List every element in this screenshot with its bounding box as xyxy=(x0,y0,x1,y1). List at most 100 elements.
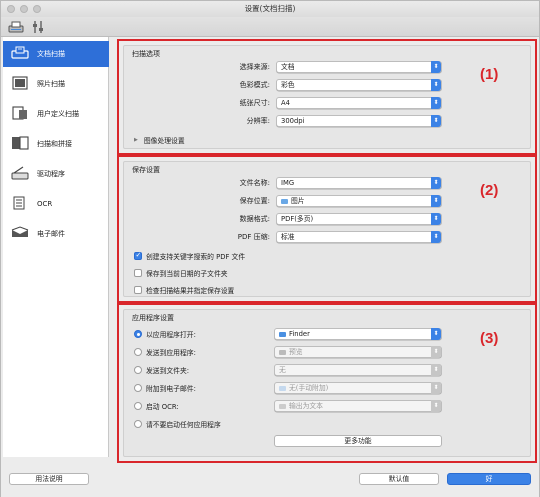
sidebar-item-ocr[interactable]: OCR xyxy=(3,191,109,217)
no-app-label: 请不要启动任何应用程序 xyxy=(146,421,221,429)
sidebar-item-label: 驱动程序 xyxy=(37,170,65,178)
sidebar-item-label: 电子邮件 xyxy=(37,230,65,238)
email-icon xyxy=(11,225,29,243)
sidebar-item-label: OCR xyxy=(37,200,53,208)
no-app-option[interactable]: 请不要启动任何应用程序 xyxy=(134,419,221,429)
driver-icon xyxy=(11,166,29,183)
sidebar-item-photo-scan[interactable]: 照片扫描 xyxy=(3,71,109,97)
select-chevron-icon: ⬍ xyxy=(431,213,441,225)
scan-settings-icon[interactable] xyxy=(7,19,25,35)
app-settings-section: 应用程序设置 以应用程序打开: Finder ⬍ 发送到应用程序: 预览 ⬍ 发送到… xyxy=(117,303,537,463)
file-name-select[interactable]: IMG ⬍ xyxy=(276,177,442,189)
window-controls xyxy=(7,5,41,13)
select-chevron-icon: ⬍ xyxy=(431,195,441,207)
sidebar-item-email[interactable]: 电子邮件 xyxy=(3,221,109,247)
ok-button[interactable]: 好 xyxy=(447,473,531,485)
file-name-label: 文件名称: xyxy=(239,179,270,187)
date-subfolder-option[interactable]: 保存到当前日期的子文件夹 xyxy=(134,268,228,278)
attach-email-radio[interactable] xyxy=(134,384,142,392)
ocr-output-icon xyxy=(279,403,286,409)
title-bar: 设置(文档扫描) xyxy=(1,1,539,17)
start-ocr-value: 输出为文本 xyxy=(289,402,323,410)
send-to-folder-radio[interactable] xyxy=(134,366,142,374)
minimize-window-button[interactable] xyxy=(20,5,28,13)
attach-email-option[interactable]: 附加到电子邮件: xyxy=(134,383,196,393)
more-functions-button[interactable]: 更多功能 xyxy=(274,435,442,447)
paper-size-value: A4 xyxy=(281,99,290,107)
attach-email-select[interactable]: 无(手动附加) ⬍ xyxy=(274,382,442,394)
file-name-value: IMG xyxy=(281,179,295,187)
sidebar-item-driver[interactable]: 驱动程序 xyxy=(3,161,109,187)
help-button[interactable]: 用法说明 xyxy=(9,473,89,485)
send-to-folder-select[interactable]: 无 ⬍ xyxy=(274,364,442,376)
sidebar-item-document-scan[interactable]: 文档扫描 xyxy=(3,41,109,67)
data-format-select[interactable]: PDF(多页) ⬍ xyxy=(276,213,442,225)
save-settings-section: 保存设置 文件名称: IMG ⬍ 保存位置: 图片 ⬍ 数据格式: PDF(多页) ⬍… xyxy=(117,155,537,303)
select-chevron-icon: ⬍ xyxy=(431,382,441,394)
send-to-app-select[interactable]: 预览 ⬍ xyxy=(274,346,442,358)
pdf-compression-select[interactable]: 标准 ⬍ xyxy=(276,231,442,243)
main-panel: 扫描选项 选择来源: 文档 ⬍ 色彩模式: 彩色 ⬍ 纸张尺寸: A4 ⬍ 分辨率: … xyxy=(113,37,539,463)
date-subfolder-label: 保存到当前日期的子文件夹 xyxy=(146,270,228,278)
select-chevron-icon: ⬍ xyxy=(431,346,441,358)
sidebar-item-label: 文档扫描 xyxy=(37,50,65,58)
start-ocr-radio[interactable] xyxy=(134,402,142,410)
image-processing-label: 图像处理设置 xyxy=(143,137,185,145)
send-to-folder-option[interactable]: 发送到文件夹: xyxy=(134,365,189,375)
send-to-app-option[interactable]: 发送到应用程序: xyxy=(134,347,196,357)
open-with-app-option[interactable]: 以应用程序打开: xyxy=(134,329,196,339)
check-results-checkbox[interactable] xyxy=(134,286,142,294)
resolution-select[interactable]: 300dpi ⬍ xyxy=(276,115,442,127)
folder-icon xyxy=(281,198,288,204)
save-location-select[interactable]: 图片 ⬍ xyxy=(276,195,442,207)
start-ocr-option[interactable]: 启动 OCR: xyxy=(134,401,179,411)
sidebar-item-custom-scan[interactable]: 用户定义扫描 xyxy=(3,101,109,127)
resolution-value: 300dpi xyxy=(281,117,305,125)
start-ocr-select[interactable]: 输出为文本 ⬍ xyxy=(274,400,442,412)
general-settings-icon[interactable] xyxy=(29,19,47,35)
save-location-label: 保存位置: xyxy=(239,197,270,205)
data-format-value: PDF(多页) xyxy=(281,215,314,223)
section-marker-3: (3) xyxy=(480,330,499,347)
date-subfolder-checkbox[interactable] xyxy=(134,269,142,277)
select-chevron-icon: ⬍ xyxy=(431,231,441,243)
select-chevron-icon: ⬍ xyxy=(431,364,441,376)
open-with-app-select[interactable]: Finder ⬍ xyxy=(274,328,442,340)
attach-email-label: 附加到电子邮件: xyxy=(146,385,196,393)
defaults-button[interactable]: 默认值 xyxy=(359,473,439,485)
send-to-app-radio[interactable] xyxy=(134,348,142,356)
section-marker-2: (2) xyxy=(480,182,499,199)
check-results-option[interactable]: 检查扫描结果并指定保存设置 xyxy=(134,285,234,295)
preview-app-icon xyxy=(279,349,286,355)
color-mode-select[interactable]: 彩色 ⬍ xyxy=(276,79,442,91)
sidebar: 文档扫描 照片扫描 用户定义扫描 扫描和拼接 驱动程序 OCR 电子邮件 xyxy=(3,37,109,457)
save-location-value: 图片 xyxy=(291,197,305,205)
open-with-app-radio[interactable] xyxy=(134,330,142,338)
zoom-window-button[interactable] xyxy=(33,5,41,13)
window-title: 设置(文档扫描) xyxy=(244,4,296,13)
start-ocr-label: 启动 OCR: xyxy=(146,403,179,411)
source-select[interactable]: 文档 ⬍ xyxy=(276,61,442,73)
send-to-folder-value: 无 xyxy=(279,366,286,374)
select-chevron-icon: ⬍ xyxy=(431,97,441,109)
source-value: 文档 xyxy=(281,63,295,71)
sidebar-item-label: 用户定义扫描 xyxy=(37,110,79,118)
no-app-radio[interactable] xyxy=(134,420,142,428)
photo-scan-icon xyxy=(11,75,29,93)
sidebar-item-stitch-scan[interactable]: 扫描和拼接 xyxy=(3,131,109,157)
keyword-pdf-option[interactable]: 创建支持关键字搜索的 PDF 文件 xyxy=(134,251,245,261)
folder-icon xyxy=(279,385,286,391)
select-chevron-icon: ⬍ xyxy=(431,177,441,189)
save-settings-title: 保存设置 xyxy=(132,166,160,174)
source-label: 选择来源: xyxy=(239,63,270,71)
open-with-app-value: Finder xyxy=(289,330,310,338)
stitch-scan-icon xyxy=(11,135,29,153)
ocr-icon xyxy=(11,196,29,213)
close-window-button[interactable] xyxy=(7,5,15,13)
paper-size-select[interactable]: A4 ⬍ xyxy=(276,97,442,109)
attach-email-value: 无(手动附加) xyxy=(289,384,329,392)
keyword-pdf-checkbox[interactable] xyxy=(134,251,142,260)
image-processing-disclosure[interactable]: ▶ 图像处理设置 xyxy=(134,135,185,145)
select-chevron-icon: ⬍ xyxy=(431,400,441,412)
send-to-app-value: 预览 xyxy=(289,348,303,356)
